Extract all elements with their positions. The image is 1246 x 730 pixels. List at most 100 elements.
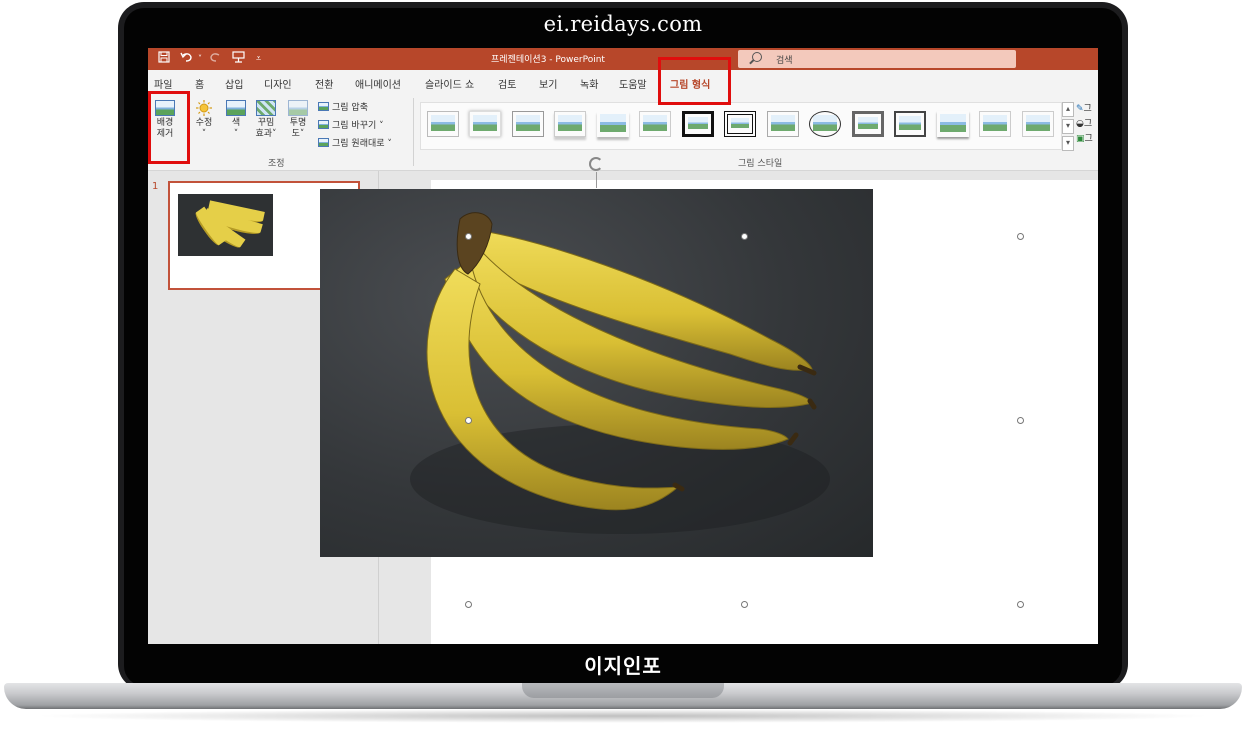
gallery-more-icon[interactable]: ▾	[1062, 136, 1074, 151]
style-soft-edge[interactable]	[469, 111, 501, 137]
thumbnail-banana-image	[178, 194, 273, 256]
site-title: ei.reidays.com	[543, 12, 703, 36]
picture-styles-gallery	[420, 102, 1062, 150]
gallery-up-icon[interactable]: ▴	[1062, 102, 1074, 117]
tab-record[interactable]: 녹화	[580, 76, 598, 91]
search-icon	[752, 52, 762, 62]
tab-review[interactable]: 검토	[498, 76, 516, 91]
search-input[interactable]: 검색	[738, 50, 1016, 68]
picture-layout-label: 그	[1084, 134, 1093, 144]
style-drop-shadow[interactable]	[639, 111, 671, 137]
style-simple-frame[interactable]	[427, 111, 459, 137]
change-picture-icon	[318, 120, 329, 129]
change-picture-label: 그림 바꾸기	[332, 121, 377, 131]
group-label-adjust: 조정	[268, 159, 285, 169]
transparency-icon	[288, 100, 308, 116]
title-bar: ˅ ⩡ 프레젠테이션3 - PowerPoint 검색	[148, 48, 1098, 70]
tab-help[interactable]: 도움말	[619, 76, 647, 91]
tab-slideshow[interactable]: 슬라이드 쇼	[425, 76, 474, 91]
resize-handle-bottom-left[interactable]	[465, 601, 472, 608]
banana-bunch-illustration	[410, 212, 830, 534]
slide-number: 1	[152, 181, 159, 192]
laptop-notch	[522, 683, 724, 698]
search-placeholder: 검색	[776, 56, 793, 66]
group-label-picture-styles: 그림 스타일	[738, 159, 783, 169]
picture-effects-label: 그	[1083, 119, 1093, 129]
resize-handle-left[interactable]	[465, 417, 472, 424]
resize-handle-top[interactable]	[741, 233, 748, 240]
picture-border-group: ✎그 ◒그 ▣그	[1076, 102, 1093, 147]
style-reflected-soft[interactable]	[597, 111, 629, 137]
ribbon-separator	[413, 98, 414, 166]
style-simple-white[interactable]	[1022, 111, 1054, 137]
reset-picture-label: 그림 원래대로	[332, 139, 385, 149]
style-reflected[interactable]	[554, 111, 586, 137]
compress-icon	[318, 102, 329, 111]
reset-picture-icon	[318, 138, 329, 147]
style-beveled[interactable]	[512, 111, 544, 137]
picture-border-label: 그	[1083, 104, 1092, 114]
artistic-effects-icon	[256, 100, 276, 116]
laptop-shadow	[30, 709, 1216, 723]
style-soft-rect[interactable]	[937, 111, 969, 137]
transparency-label-2: 도	[291, 129, 300, 139]
undo-dropdown-icon[interactable]: ˅	[198, 51, 202, 67]
resize-handle-top-left[interactable]	[465, 233, 472, 240]
banana-picture[interactable]	[320, 189, 873, 557]
customize-icon[interactable]: ⩡	[256, 51, 261, 67]
style-oval[interactable]	[809, 111, 841, 137]
rotate-handle-line	[596, 172, 597, 188]
chevron-down-icon: ˅	[201, 129, 207, 139]
resize-handle-bottom[interactable]	[741, 601, 748, 608]
highlight-remove-background	[148, 91, 190, 164]
chevron-down-icon: ˅	[233, 129, 239, 139]
ribbon-picture-format: 배경 제거 수정 ˅ 색 ˅ 꾸밈 효과˅ 투명 도˅ 그림 압축 그림 바꾸기…	[148, 94, 1098, 171]
tab-file[interactable]: 파일	[154, 76, 172, 91]
style-thick-black[interactable]	[682, 111, 714, 137]
color-label: 색	[231, 118, 241, 128]
save-icon[interactable]	[158, 51, 170, 67]
reset-picture-button[interactable]: 그림 원래대로 ˅	[318, 136, 392, 149]
corrections-label: 수정	[195, 118, 213, 128]
present-icon[interactable]	[232, 51, 245, 67]
change-picture-button[interactable]: 그림 바꾸기 ˅	[318, 118, 384, 131]
tab-design[interactable]: 디자인	[264, 76, 292, 91]
tab-animations[interactable]: 애니메이션	[355, 76, 401, 91]
rotate-handle-icon[interactable]	[589, 157, 603, 171]
corrections-button[interactable]: 수정 ˅	[192, 100, 216, 140]
transparency-button[interactable]: 투명 도˅	[286, 100, 310, 140]
gallery-down-icon[interactable]: ▾	[1062, 119, 1074, 134]
artistic-effects-label-1: 꾸밈	[257, 118, 275, 128]
color-icon	[226, 100, 246, 116]
style-reflected-bevel[interactable]	[979, 111, 1011, 137]
compress-label: 그림 압축	[332, 103, 368, 113]
picture-layout-button[interactable]: ▣그	[1076, 132, 1093, 147]
color-button[interactable]: 색 ˅	[224, 100, 248, 140]
gallery-scroll: ▴ ▾ ▾	[1062, 102, 1074, 151]
resize-handle-top-right[interactable]	[1017, 233, 1024, 240]
picture-border-button[interactable]: ✎그	[1076, 102, 1093, 117]
sun-icon	[196, 100, 212, 116]
tab-insert[interactable]: 삽입	[225, 76, 243, 91]
compress-pictures-button[interactable]: 그림 압축	[318, 100, 368, 113]
style-metal-frame[interactable]	[852, 111, 884, 137]
tab-home[interactable]: 홈	[195, 76, 204, 91]
transparency-label-1: 투명	[289, 118, 307, 128]
artistic-effects-button[interactable]: 꾸밈 효과˅	[254, 100, 278, 140]
document-title: 프레젠테이션3 - PowerPoint	[491, 55, 605, 65]
tab-transitions[interactable]: 전환	[315, 76, 333, 91]
style-double-black[interactable]	[724, 111, 756, 137]
pen-icon: ✎	[1076, 104, 1084, 114]
picture-effects-button[interactable]: ◒그	[1076, 117, 1093, 132]
style-rotated[interactable]	[767, 111, 799, 137]
artistic-effects-label-2: 효과	[255, 129, 273, 139]
resize-handle-right[interactable]	[1017, 417, 1024, 424]
style-center-shadow[interactable]	[894, 111, 926, 137]
highlight-picture-format-tab	[658, 57, 731, 105]
resize-handle-bottom-right[interactable]	[1017, 601, 1024, 608]
layout-icon: ▣	[1076, 134, 1085, 144]
effects-icon: ◒	[1076, 119, 1084, 129]
tab-view[interactable]: 보기	[539, 76, 557, 91]
undo-icon[interactable]	[180, 51, 196, 67]
redo-icon[interactable]	[208, 51, 222, 67]
